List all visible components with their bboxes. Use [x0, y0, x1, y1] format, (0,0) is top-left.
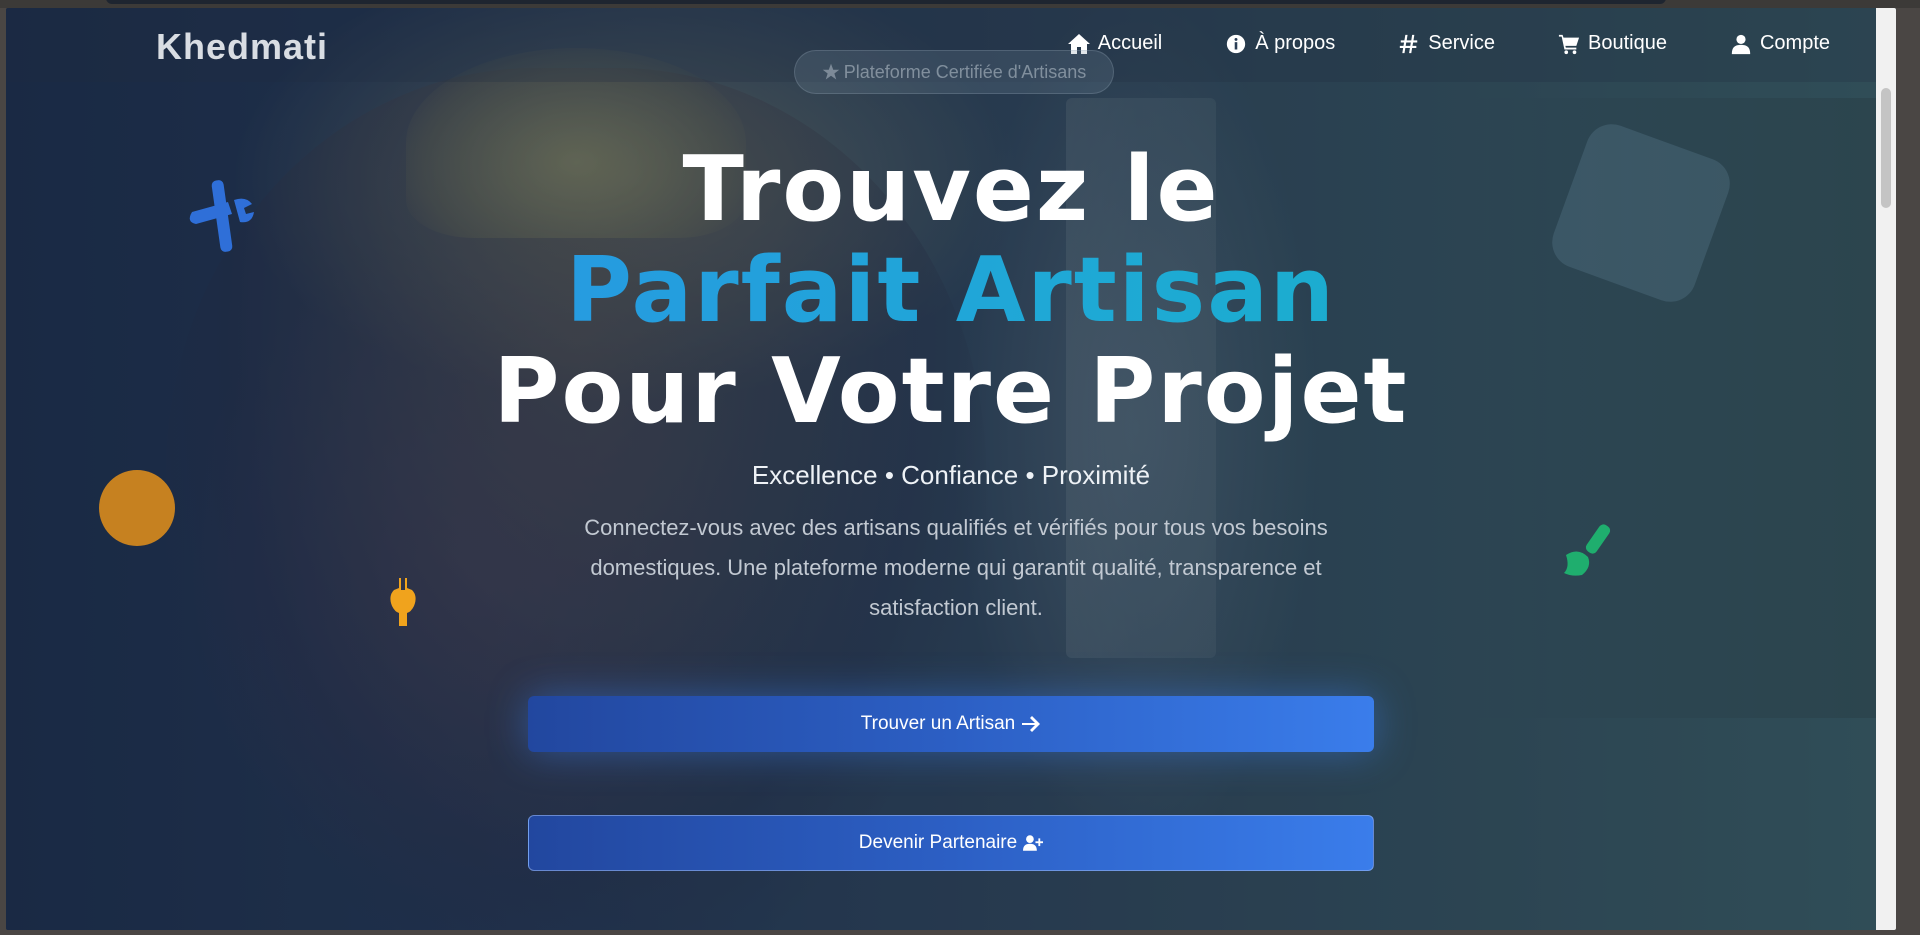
user-plus-icon: [1023, 835, 1044, 851]
info-icon: [1227, 34, 1246, 53]
find-artisan-button[interactable]: Trouver un Artisan: [528, 696, 1374, 752]
wrench-icon: [390, 578, 416, 626]
hero-description: Connectez-vous avec des artisans qualifi…: [584, 515, 1328, 620]
brand-logo[interactable]: Khedmati: [156, 26, 328, 68]
nav-label: Compte: [1759, 32, 1830, 54]
hero-section: Khedmati Accueil À propos Service Boutiq…: [6, 8, 1896, 930]
certification-badge: Plateforme Certifiée d'Artisans: [794, 50, 1114, 94]
hero-title-line2: Parfait Artisan: [6, 241, 1896, 341]
cart-icon: [1558, 34, 1580, 54]
badge-label: Plateforme Certifiée d'Artisans: [843, 61, 1087, 82]
arrow-right-icon: [1022, 716, 1041, 732]
nav-item-a-propos[interactable]: À propos: [1224, 32, 1335, 55]
hero-title-line1: Trouvez le: [682, 137, 1220, 242]
nav-label: Accueil: [1097, 32, 1163, 54]
nav-item-compte[interactable]: Compte: [1729, 32, 1830, 55]
nav-label: Boutique: [1588, 32, 1667, 54]
nav-label: À propos: [1255, 32, 1336, 54]
scrollbar-thumb[interactable]: [1881, 88, 1891, 208]
star-icon: [822, 63, 839, 80]
paint-brush-icon: [1564, 524, 1611, 576]
become-partner-button[interactable]: Devenir Partenaire: [528, 815, 1374, 871]
hero-title-line3: Pour Votre Projet: [493, 339, 1409, 444]
user-icon: [1731, 34, 1751, 54]
hero-tagline: Excellence • Confiance • Proximité: [751, 460, 1151, 490]
hashtag-icon: [1400, 34, 1418, 53]
nav-item-boutique[interactable]: Boutique: [1557, 32, 1667, 55]
nav-label: Service: [1428, 32, 1495, 54]
button-label: Trouver un Artisan: [860, 713, 1016, 734]
scrollbar[interactable]: [1876, 8, 1896, 930]
nav-item-service[interactable]: Service: [1397, 32, 1495, 55]
browser-top-strip: [0, 0, 1920, 8]
button-label: Devenir Partenaire: [858, 832, 1018, 853]
nav-menu: Accueil À propos Service Boutique Compte: [1067, 32, 1830, 55]
